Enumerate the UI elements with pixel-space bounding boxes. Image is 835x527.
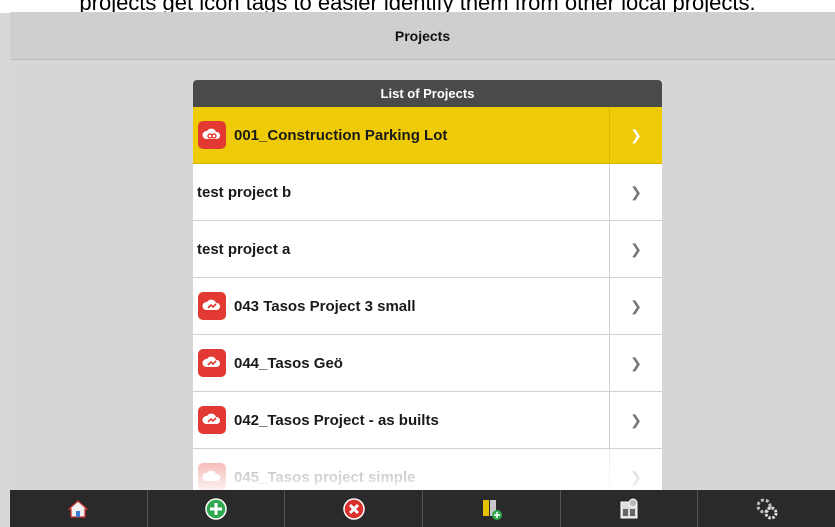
project-row-045[interactable]: 045_Tasos project simple ❯ — [193, 449, 662, 490]
project-label: 045_Tasos project simple — [234, 468, 416, 486]
project-settings-button[interactable] — [561, 490, 699, 527]
list-header: List of Projects — [193, 80, 662, 107]
settings-gears-icon — [756, 498, 778, 519]
project-list-panel: List of Projects 001_Construction Parkin… — [193, 80, 662, 490]
project-label: test project a — [197, 240, 291, 258]
list-title: List of Projects — [380, 86, 475, 101]
project-row-042[interactable]: 042_Tasos Project - as builts ❯ — [193, 392, 662, 449]
cloud-sync-icon — [198, 292, 226, 320]
add-button[interactable] — [148, 490, 286, 527]
bottom-toolbar — [10, 490, 835, 527]
home-button[interactable] — [10, 490, 148, 527]
chevron-right-icon[interactable]: ❯ — [609, 449, 662, 490]
chevron-right-icon[interactable]: ❯ — [609, 335, 662, 391]
chevron-right-icon[interactable]: ❯ — [609, 221, 662, 277]
project-row-001[interactable]: 001_Construction Parking Lot ❯ — [193, 107, 662, 164]
add-icon — [205, 497, 227, 520]
delete-icon — [342, 497, 365, 520]
cloud-sync-icon — [198, 349, 226, 377]
add-folder-icon — [483, 499, 503, 520]
project-settings-icon — [620, 498, 638, 518]
home-icon — [67, 499, 89, 518]
project-row-test-b[interactable]: test project b ❯ — [193, 164, 662, 221]
project-row-044[interactable]: 044_Tasos Geö ❯ — [193, 335, 662, 392]
project-label: test project b — [197, 183, 292, 201]
settings-button[interactable] — [698, 490, 835, 527]
page-title: Projects — [394, 27, 451, 44]
project-row-test-a[interactable]: test project a ❯ — [193, 221, 662, 278]
cloud-sync-icon — [198, 406, 226, 434]
project-label: 043 Tasos Project 3 small — [234, 297, 416, 315]
project-label: 001_Construction Parking Lot — [234, 126, 448, 144]
delete-button[interactable] — [285, 490, 424, 527]
cloud-sync-icon — [198, 463, 226, 490]
chevron-right-icon[interactable]: ❯ — [609, 278, 662, 334]
add-folder-button[interactable] — [423, 490, 561, 527]
chevron-right-icon[interactable]: ❯ — [609, 107, 662, 163]
chevron-right-icon[interactable]: ❯ — [609, 392, 662, 448]
project-label: 042_Tasos Project - as builts — [234, 411, 439, 429]
project-row-043[interactable]: 043 Tasos Project 3 small ❯ — [193, 278, 662, 335]
project-label: 044_Tasos Geö — [234, 354, 343, 372]
chevron-right-icon[interactable]: ❯ — [609, 164, 662, 220]
cloud-link-icon — [198, 121, 226, 149]
top-bar: Projects — [10, 12, 835, 60]
